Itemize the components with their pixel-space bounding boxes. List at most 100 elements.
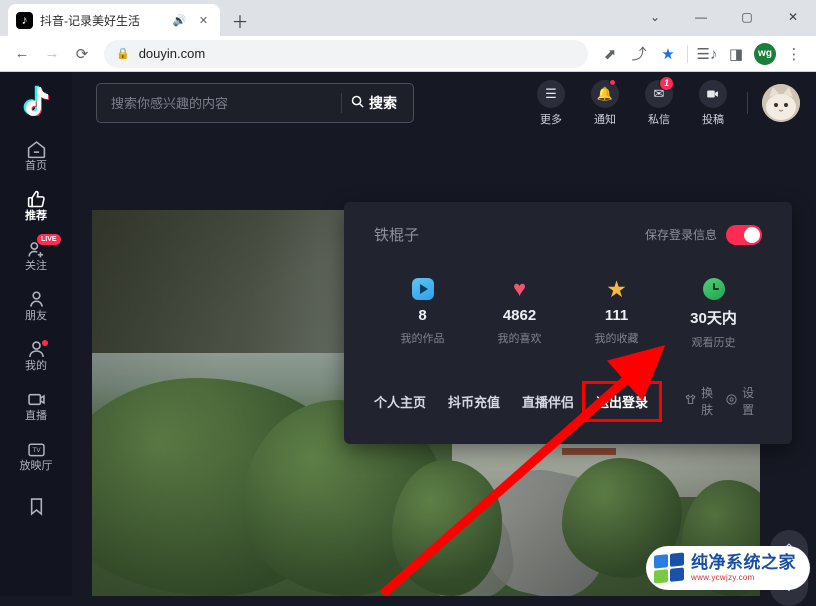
sidebar-item-home[interactable]: 首页 [0,132,72,180]
nav-item-notifications[interactable]: 🔔 通知 [585,78,625,127]
star-filled-icon[interactable]: ★ [654,40,682,68]
stat-my-favorites[interactable]: ★ 111 我的收藏 [568,277,665,350]
maximize-icon[interactable]: ▢ [724,0,770,34]
toolbar-right-group: ⬈ ⤴ ★ ☰♪ ◨ wg ⋮ [596,40,808,68]
watermark-title: 纯净系统之家 [691,553,796,572]
open-in-new-icon[interactable]: ⬈ [596,40,624,68]
minimize-icon[interactable]: — [678,0,724,34]
side-panel-icon[interactable]: ◨ [722,40,750,68]
nav-label: 通知 [594,113,616,126]
nav-item-upload[interactable]: 投稿 [693,79,733,127]
douyin-logo-icon[interactable] [19,82,53,118]
address-bar[interactable]: 🔒 douyin.com [104,39,588,68]
nav-item-messages[interactable]: ✉ 1 私信 [639,75,679,127]
stat-label: 我的作品 [400,333,445,345]
sidebar-label: 关注 [25,260,47,272]
watermark-url: www.ycwjzy.com [691,573,755,582]
window-close-icon[interactable]: ✕ [770,0,816,34]
link-coin-recharge[interactable]: 抖币充值 [448,392,500,411]
forward-arrow-icon[interactable]: → [38,40,66,68]
stat-value: 111 [604,307,629,324]
stat-label: 观看历史 [691,337,736,349]
sidebar-item-bookmark[interactable] [0,482,72,530]
reload-icon[interactable]: ⟳ [68,40,96,68]
top-navigation: 搜索 ☰ 更多 🔔 通知 ✉ 1 私信 投稿 [72,72,816,134]
home-icon [26,139,47,159]
profile-avatar[interactable]: wg [754,42,776,65]
heart-icon: ♥ [512,276,527,301]
hamburger-menu-icon: ☰ [537,79,565,108]
sidebar-label: 推荐 [25,210,47,222]
tiktok-note-icon: ♪ [16,11,33,29]
stat-my-works[interactable]: 8 我的作品 [374,277,471,350]
sidebar-label: 我的 [25,360,47,372]
username: 铁棍子 [374,227,420,244]
stat-value: 4862 [502,307,537,324]
account-dropdown-panel: 铁棍子 保存登录信息 8 我的作品 ♥ 4862 我的喜欢 ★ 111 我的收藏 [344,202,792,444]
clock-icon [702,277,725,301]
nav-label: 投稿 [702,113,724,126]
thumbs-up-icon [26,189,47,209]
watermark: 纯净系统之家 www.ycwjzy.com [646,546,810,590]
share-icon[interactable]: ⤴ [625,40,653,68]
nav-divider [747,92,748,114]
top-nav-actions: ☰ 更多 🔔 通知 ✉ 1 私信 投稿 [531,75,816,127]
tshirt-icon [684,393,697,409]
media-list-icon[interactable]: ☰♪ [693,40,721,68]
speaker-icon[interactable]: 🔊 [171,12,188,29]
live-badge: LIVE [37,234,61,245]
link-settings[interactable]: 设置 [725,384,754,418]
save-login-toggle[interactable] [726,224,762,245]
sidebar-item-friends[interactable]: 朋友 [0,282,72,330]
tv-icon: TV [26,439,47,459]
link-personal-homepage[interactable]: 个人主页 [374,392,426,411]
link-live-companion[interactable]: 直播伴侣 [522,392,574,411]
three-dot-menu-icon[interactable]: ⋮ [780,40,808,68]
back-arrow-icon[interactable]: ← [8,40,36,68]
search-box[interactable]: 搜索 [96,83,414,123]
friends-icon [26,289,47,309]
sidebar-label: 首页 [25,160,47,172]
nav-label: 更多 [540,113,562,126]
sidebar: 首页 推荐 LIVE 关注 朋友 我的 直播 TV 放映厅 [0,72,72,596]
lock-icon: 🔒 [116,48,130,60]
nav-item-more[interactable]: ☰ 更多 [531,79,571,127]
svg-text:TV: TV [32,447,41,454]
play-square-icon [411,277,434,301]
settings-label: 设置 [742,386,755,417]
save-login-toggle-group[interactable]: 保存登录信息 [645,224,762,245]
change-skin-label: 换肤 [701,386,714,417]
search-input[interactable] [111,95,341,111]
sidebar-item-theater[interactable]: TV 放映厅 [0,432,72,480]
browser-tab-strip: ♪ 抖音-记录美好生活 🔊 ✕ ＋ ⌄ — ▢ ✕ [0,0,816,36]
nav-label: 私信 [648,113,670,126]
watermark-text: 纯净系统之家 www.ycwjzy.com [691,554,796,582]
new-tab-button[interactable]: ＋ [226,6,254,34]
sidebar-item-follow[interactable]: LIVE 关注 [0,232,72,280]
stat-my-likes[interactable]: ♥ 4862 我的喜欢 [471,277,568,350]
video-camera-icon [699,79,727,108]
browser-tab[interactable]: ♪ 抖音-记录美好生活 🔊 ✕ [8,4,220,36]
message-count-badge: 1 [659,75,674,91]
stat-label: 我的喜欢 [497,333,542,345]
search-icon [350,94,365,112]
stat-value: 8 [418,307,427,324]
toolbar-divider [687,44,688,63]
window-controls: ⌄ — ▢ ✕ [632,0,816,34]
message-icon: ✉ 1 [645,75,674,108]
stat-watch-history[interactable]: 30天内 观看历史 [665,277,762,350]
stat-label: 我的收藏 [594,333,639,345]
douyin-page: ♡ 14 ⋯ ⌃ ⌄ 首页 推荐 [0,72,816,606]
search-button[interactable]: 搜索 [341,93,409,113]
sidebar-item-recommend[interactable]: 推荐 [0,182,72,230]
link-logout[interactable]: 退出登录 [582,380,663,422]
notification-dot [42,340,48,346]
close-icon[interactable]: ✕ [195,12,212,29]
sidebar-label: 朋友 [25,310,47,322]
sidebar-item-live[interactable]: 直播 [0,382,72,430]
tab-search-chevron-down-icon[interactable]: ⌄ [632,0,678,34]
user-avatar-cat[interactable] [762,84,800,122]
link-change-skin[interactable]: 换肤 [684,384,713,418]
sidebar-item-mine[interactable]: 我的 [0,332,72,380]
tab-title: 抖音-记录美好生活 [40,13,140,28]
